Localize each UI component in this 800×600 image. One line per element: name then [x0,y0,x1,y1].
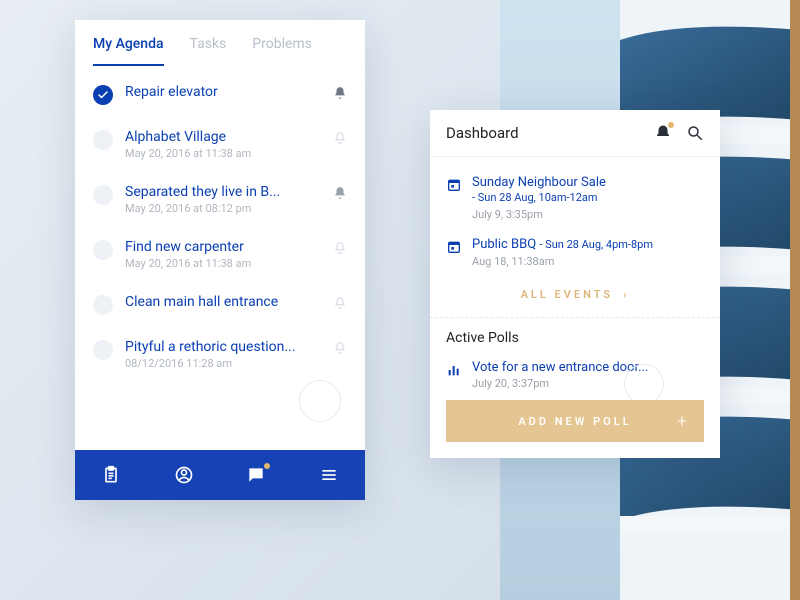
status-dot-icon [93,240,113,260]
event-content: Sunday Neighbour Sale - Sun 28 Aug, 10am… [472,175,606,221]
event-title-row: Sunday Neighbour Sale - Sun 28 Aug, 10am… [472,175,606,205]
status-dot-icon [93,130,113,150]
item-title: Find new carpenter [125,239,321,255]
bell-icon [333,131,347,145]
plus-icon: + [677,411,690,432]
item-title: Repair elevator [125,84,321,100]
item-content: Clean main hall entrance [125,294,321,310]
agenda-list: Repair elevator Alphabet Village May 20,… [75,66,365,500]
calendar-icon [446,239,462,255]
bottom-nav [75,450,365,500]
list-item[interactable]: Pityful a rethoric question... 08/12/201… [75,327,365,382]
notification-bell-icon[interactable] [654,124,672,142]
events-section: Sunday Neighbour Sale - Sun 28 Aug, 10am… [430,157,720,318]
account-icon[interactable] [174,465,194,485]
calendar-icon [446,177,462,193]
event-subtitle: - Sun 28 Aug, 10am-12am [472,191,598,204]
notification-badge [264,463,270,469]
tab-label: Problems [252,36,312,52]
tab-my-agenda[interactable]: My Agenda [93,36,164,66]
poll-item[interactable]: Vote for a new entrance door... July 20,… [446,356,704,400]
tab-problems[interactable]: Problems [252,36,312,66]
status-dot-icon [93,295,113,315]
item-meta: May 20, 2016 at 11:38 am [125,147,321,160]
bell-icon [333,86,347,100]
dashboard-header: Dashboard [430,110,720,157]
list-item[interactable]: Clean main hall entrance [75,282,365,327]
event-subtitle: - Sun 28 Aug, 4pm-8pm [539,238,653,251]
bell-icon [333,241,347,255]
item-title: Alphabet Village [125,129,321,145]
item-meta: 08/12/2016 11:28 am [125,357,321,370]
tab-tasks[interactable]: Tasks [190,36,227,66]
status-dot-icon [93,340,113,360]
all-events-link[interactable]: ALL EVENTS › [446,276,704,305]
item-meta: May 20, 2016 at 08:12 pm [125,202,321,215]
tabs-row: My Agenda Tasks Problems [75,20,365,66]
tab-label: My Agenda [93,36,164,52]
poll-meta: July 20, 3:37pm [472,377,704,390]
event-posted: July 9, 3:35pm [472,208,606,221]
notification-badge [668,122,674,128]
polls-heading: Active Polls [446,330,704,346]
list-item[interactable]: Separated they live in B... May 20, 2016… [75,172,365,227]
event-title: Public BBQ [472,237,536,252]
event-title-row: Public BBQ - Sun 28 Aug, 4pm-8pm [472,237,653,252]
status-dot-icon [93,185,113,205]
agenda-panel: My Agenda Tasks Problems Repair elevator… [75,20,365,500]
bell-icon [333,186,347,200]
list-item[interactable]: Alphabet Village May 20, 2016 at 11:38 a… [75,117,365,172]
item-title: Clean main hall entrance [125,294,321,310]
chevron-right-icon: › [623,288,629,301]
bell-icon [333,341,347,355]
item-title: Pityful a rethoric question... [125,339,321,355]
poll-title: Vote for a new entrance door... [472,360,704,375]
polls-section: Active Polls Vote for a new entrance doo… [430,318,720,458]
add-poll-label: ADD NEW POLL [518,415,631,428]
clipboard-icon[interactable] [101,465,121,485]
item-content: Alphabet Village May 20, 2016 at 11:38 a… [125,129,321,160]
chat-icon[interactable] [246,465,266,485]
item-content: Separated they live in B... May 20, 2016… [125,184,321,215]
event-item[interactable]: Public BBQ - Sun 28 Aug, 4pm-8pm Aug 18,… [446,229,704,276]
event-title: Sunday Neighbour Sale [472,175,606,190]
bell-icon [333,296,347,310]
add-poll-button[interactable]: ADD NEW POLL + [446,400,704,442]
bar-chart-icon [446,362,462,378]
tab-label: Tasks [190,36,227,52]
floating-action-button[interactable] [299,380,341,422]
item-title: Separated they live in B... [125,184,321,200]
list-item[interactable]: Find new carpenter May 20, 2016 at 11:38… [75,227,365,282]
item-content: Pityful a rethoric question... 08/12/201… [125,339,321,370]
list-item[interactable]: Repair elevator [75,72,365,117]
item-content: Find new carpenter May 20, 2016 at 11:38… [125,239,321,270]
event-item[interactable]: Sunday Neighbour Sale - Sun 28 Aug, 10am… [446,167,704,229]
poll-content: Vote for a new entrance door... July 20,… [472,360,704,390]
event-posted: Aug 18, 11:38am [472,255,653,268]
item-content: Repair elevator [125,84,321,100]
floating-action-button[interactable] [624,364,664,404]
event-content: Public BBQ - Sun 28 Aug, 4pm-8pm Aug 18,… [472,237,653,268]
dashboard-panel: Dashboard Sunday Neighbour Sale - Sun 28… [430,110,720,458]
menu-icon[interactable] [319,465,339,485]
search-icon[interactable] [686,124,704,142]
item-meta: May 20, 2016 at 11:38 am [125,257,321,270]
check-icon [93,85,113,105]
page-title: Dashboard [446,124,640,142]
all-events-label: ALL EVENTS [521,288,614,301]
